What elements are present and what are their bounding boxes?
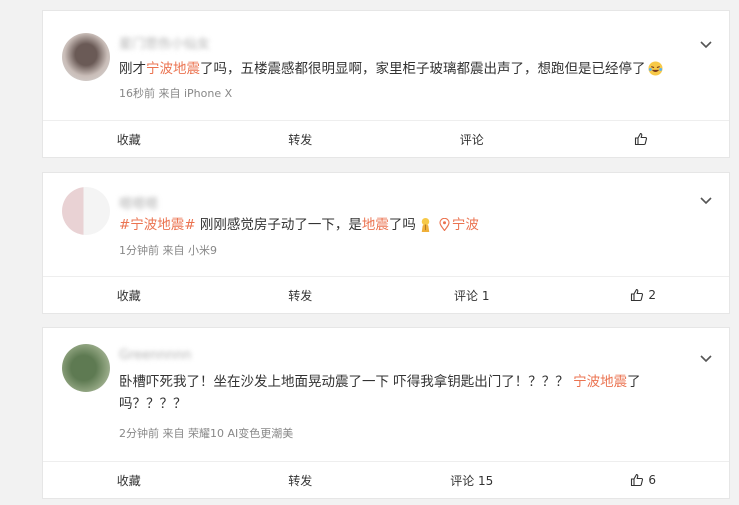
thumbs-up-icon [631,288,644,302]
topic-link[interactable]: 宁波地震 [573,374,627,390]
post-text-middle: 刚刚感觉房子动了一下，是 [195,217,362,233]
repost-button[interactable]: 转发 [215,121,387,157]
like-button[interactable] [558,121,730,157]
post-text-after: 了吗 [388,217,416,233]
post-text: #宁波地震# 刚刚感觉房子动了一下，是地震了吗 宁波 [119,214,693,236]
comment-label: 评论 15 [450,473,494,488]
avatar[interactable] [62,33,110,81]
like-button[interactable]: 2 [558,277,730,313]
collect-button[interactable]: 收藏 [43,277,215,313]
avatar[interactable] [62,187,110,235]
post-meta: 1分钟前 来自 小米9 [119,244,217,257]
weibo-post-3: Greennnnn 卧槽吓死我了！坐在沙发上地面晃动震了一下 吓得我拿钥匙出门了… [42,327,730,499]
post-text: 刚才宁波地震了吗，五楼震感都很明显啊，家里柜子玻璃都震出声了，想跑但是已经停了 [119,58,693,80]
pray-emoji-icon [421,217,430,232]
chevron-down-icon[interactable] [699,37,713,51]
avatar[interactable] [62,344,110,392]
collect-label: 收藏 [116,473,141,488]
hashtag-link[interactable]: #宁波地震# [119,217,196,233]
thumbs-up-icon [631,473,644,487]
repost-label: 转发 [288,132,313,147]
post-text-before: 刚才 [119,61,146,77]
post-text-after: 了吗，五楼震感都很明显啊，家里柜子玻璃都震出声了，想跑但是已经停了 [200,61,646,77]
collect-label: 收藏 [116,288,141,303]
chevron-down-icon[interactable] [699,193,713,207]
comment-button[interactable]: 评论 15 [386,462,558,498]
username[interactable]: Greennnnn [119,348,191,363]
repost-button[interactable]: 转发 [215,277,387,313]
repost-button[interactable]: 转发 [215,462,387,498]
comment-button[interactable]: 评论 1 [386,277,558,313]
post-text-before: 卧槽吓死我了！坐在沙发上地面晃动震了一下 吓得我拿钥匙出门了！？？？ [119,374,574,390]
thumbs-up-icon [635,132,648,146]
post-meta: 2分钟前 来自 荣耀10 AI变色更潮美 [119,427,294,440]
repost-label: 转发 [288,473,313,488]
username[interactable]: 嗯嗯嗯 [119,193,158,212]
weibo-post-1: 星门悲伤小仙女 刚才宁波地震了吗，五楼震感都很明显啊，家里柜子玻璃都震出声了，想… [42,10,730,158]
comment-label: 评论 1 [454,288,490,303]
keyword-link[interactable]: 地震 [362,217,389,233]
location-pin-icon [439,218,450,231]
action-bar: 收藏 转发 评论 1 2 [43,276,729,313]
collect-button[interactable]: 收藏 [43,462,215,498]
username[interactable]: 星门悲伤小仙女 [119,33,210,52]
action-bar: 收藏 转发 评论 [43,120,729,157]
like-count: 2 [648,288,657,302]
chevron-down-icon[interactable] [699,351,713,365]
comment-button[interactable]: 评论 [386,121,558,157]
topic-link[interactable]: 宁波地震 [146,61,200,77]
repost-label: 转发 [288,288,313,303]
post-meta: 16秒前 来自 iPhone X [119,87,233,100]
collect-button[interactable]: 收藏 [43,121,215,157]
like-count: 6 [648,473,657,487]
comment-label: 评论 [459,132,484,147]
collect-label: 收藏 [116,132,141,147]
like-button[interactable]: 6 [558,462,730,498]
post-text: 卧槽吓死我了！坐在沙发上地面晃动震了一下 吓得我拿钥匙出门了！？？？ 宁波地震了… [119,371,693,415]
weibo-post-2: 嗯嗯嗯 #宁波地震# 刚刚感觉房子动了一下，是地震了吗 宁波 1分钟前 来自 小米… [42,172,730,314]
laugh-cry-emoji-icon [647,61,663,76]
action-bar: 收藏 转发 评论 15 6 [43,461,729,498]
location-link[interactable]: 宁波 [452,217,479,233]
